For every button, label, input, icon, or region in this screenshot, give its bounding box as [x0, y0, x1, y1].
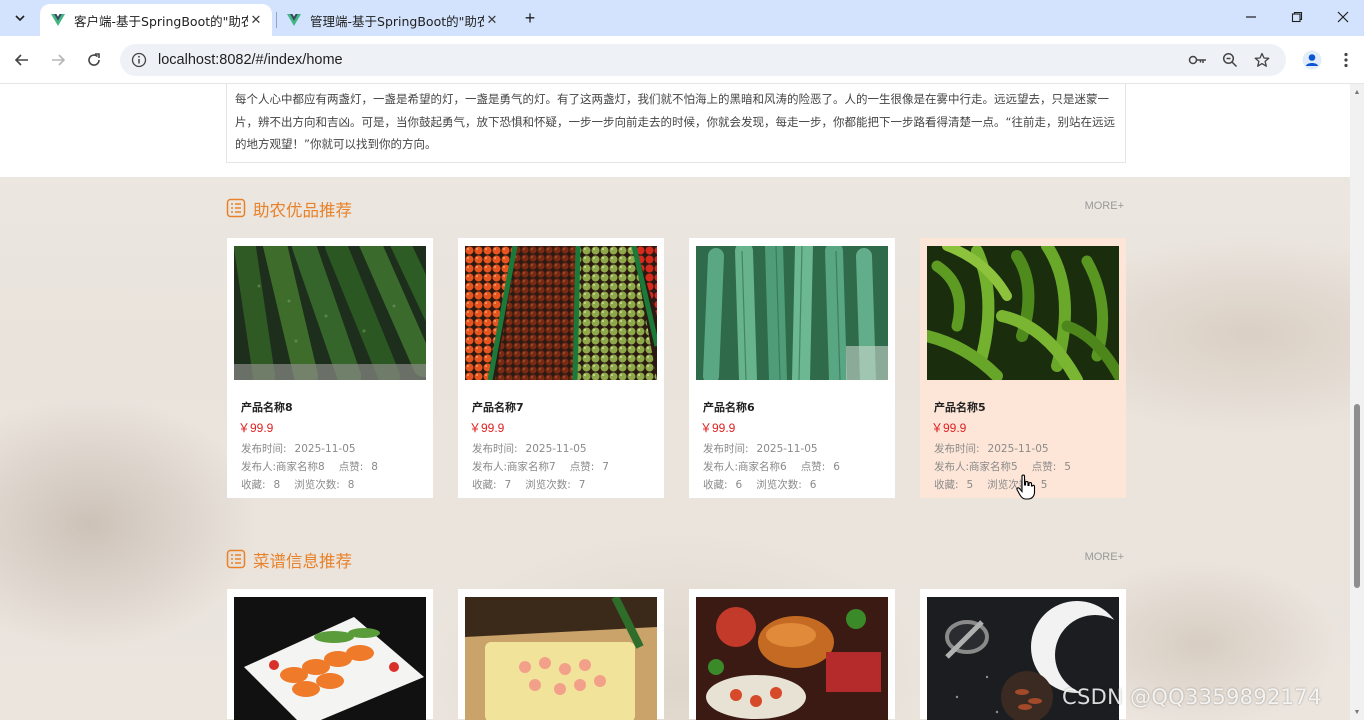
publish-time: 发布时间: 2025-11-05	[703, 443, 818, 455]
background-photo	[0, 84, 1350, 720]
roast-feast-photo	[696, 597, 888, 720]
tab-close-button[interactable]: ✕	[248, 13, 264, 28]
recipes-section-header: 菜谱信息推荐 MORE+	[226, 547, 1126, 571]
product-name: 产品名称5	[934, 401, 986, 414]
tab-title: 客户端-基于SpringBoot的"助农	[74, 13, 248, 29]
arrow-left-icon	[14, 54, 28, 66]
restore-icon	[1291, 11, 1303, 23]
minimize-button[interactable]	[1228, 0, 1274, 34]
tab-close-button[interactable]: ✕	[484, 13, 500, 28]
more-link[interactable]: MORE+	[1085, 200, 1124, 212]
intro-text: 每个人心中都应有两盏灯，一盏是希望的灯，一盏是勇气的灯。有了这两盏灯，我们就不怕…	[235, 92, 1115, 151]
product-card[interactable]: 产品名称5 ￥99.9 发布时间: 2025-11-05 发布人:商家名称5 点赞:…	[920, 238, 1126, 498]
section-title: 助农优品推荐	[253, 201, 352, 220]
more-link[interactable]: MORE+	[1085, 551, 1124, 563]
password-key-icon[interactable]	[1188, 50, 1208, 70]
product-card[interactable]: 产品名称8 ￥99.9 发布时间: 2025-11-05 发布人:商家名称8 点赞:…	[227, 238, 433, 498]
publisher-likes: 发布人:商家名称7 点赞: 7	[472, 461, 609, 473]
vue-logo-icon	[287, 14, 301, 26]
tab-client[interactable]: 客户端-基于SpringBoot的"助农 ✕	[40, 4, 272, 36]
loofah-photo	[696, 246, 888, 380]
restore-button[interactable]	[1274, 0, 1320, 34]
publisher-likes: 发布人:商家名称8 点赞: 8	[241, 461, 378, 473]
tab-admin[interactable]: 管理端-基于SpringBoot的"助农 ✕	[276, 4, 508, 36]
page-scrollbar[interactable]: ▲ ▼	[1350, 84, 1364, 720]
product-price: ￥99.9	[238, 421, 274, 435]
tomato-photo	[465, 246, 657, 380]
publisher-likes: 发布人:商家名称6 点赞: 6	[703, 461, 840, 473]
watermark-text: CSDN @QQ3359892174	[1062, 685, 1322, 709]
tab-search-button[interactable]	[6, 6, 34, 30]
product-price: ￥99.9	[700, 421, 736, 435]
minimize-icon	[1246, 16, 1256, 18]
recipe-card[interactable]	[689, 589, 895, 720]
back-button[interactable]	[10, 48, 34, 72]
products-section-header: 助农优品推荐 MORE+	[226, 196, 1126, 220]
section-title: 菜谱信息推荐	[253, 552, 352, 571]
arrow-right-icon	[52, 54, 66, 66]
product-card[interactable]: 产品名称6 ￥99.9 发布时间: 2025-11-05 发布人:商家名称6 点赞:…	[689, 238, 895, 498]
recipe-card[interactable]	[227, 589, 433, 720]
favorites-views: 收藏: 7 浏览次数: 7	[472, 479, 586, 491]
list-doc-icon	[226, 198, 246, 218]
zoom-icon[interactable]	[1220, 50, 1240, 70]
scroll-up-arrow-icon[interactable]: ▲	[1353, 88, 1361, 96]
scroll-down-arrow-icon[interactable]: ▼	[1353, 708, 1361, 716]
browser-toolbar: localhost:8082/#/index/home	[0, 36, 1364, 84]
profile-avatar-icon[interactable]	[1302, 50, 1322, 70]
cucumber-photo	[234, 246, 426, 380]
close-icon	[1337, 11, 1349, 23]
page-viewport: 每个人心中都应有两盏灯，一盏是希望的灯，一盏是勇气的灯。有了这两盏灯，我们就不怕…	[0, 84, 1364, 720]
forward-button[interactable]	[46, 48, 70, 72]
window-close-button[interactable]	[1320, 0, 1364, 34]
intro-text-box: 每个人心中都应有两盏灯，一盏是希望的灯，一盏是勇气的灯。有了这两盏灯，我们就不怕…	[226, 84, 1126, 163]
bookmark-star-icon[interactable]	[1252, 50, 1272, 70]
product-name: 产品名称8	[241, 401, 293, 414]
publish-time: 发布时间: 2025-11-05	[241, 443, 356, 455]
favorites-views: 收藏: 6 浏览次数: 6	[703, 479, 817, 491]
publish-time: 发布时间: 2025-11-05	[934, 443, 1049, 455]
product-name: 产品名称7	[472, 401, 524, 414]
menu-kebab-icon[interactable]	[1336, 50, 1356, 70]
product-price: ￥99.9	[469, 421, 505, 435]
chevron-down-icon	[15, 15, 25, 22]
address-bar[interactable]: localhost:8082/#/index/home	[120, 44, 1286, 76]
site-info-icon[interactable]	[130, 51, 148, 69]
list-doc-icon	[226, 549, 246, 569]
favorites-views: 收藏: 8 浏览次数: 8	[241, 479, 355, 491]
shrimp-dish-photo	[465, 597, 657, 720]
product-name: 产品名称6	[703, 401, 755, 414]
pepper-photo	[927, 246, 1119, 380]
publisher-likes: 发布人:商家名称5 点赞: 5	[934, 461, 1071, 473]
product-price: ￥99.9	[931, 421, 967, 435]
tab-title: 管理端-基于SpringBoot的"助农	[310, 13, 484, 29]
reload-button[interactable]	[82, 48, 106, 72]
sliced-dish-photo	[234, 597, 426, 720]
scroll-thumb[interactable]	[1354, 404, 1360, 588]
publish-time: 发布时间: 2025-11-05	[472, 443, 587, 455]
recipe-card[interactable]	[458, 589, 664, 720]
new-tab-button[interactable]: +	[518, 6, 542, 30]
reload-icon	[88, 53, 100, 66]
url-text: localhost:8082/#/index/home	[158, 52, 343, 68]
browser-tab-bar: 客户端-基于SpringBoot的"助农 ✕ 管理端-基于SpringBoot的…	[0, 0, 1364, 36]
product-card[interactable]: 产品名称7 ￥99.9 发布时间: 2025-11-05 发布人:商家名称7 点赞:…	[458, 238, 664, 498]
hand-cursor-icon	[1016, 474, 1036, 500]
vue-logo-icon	[51, 14, 65, 26]
